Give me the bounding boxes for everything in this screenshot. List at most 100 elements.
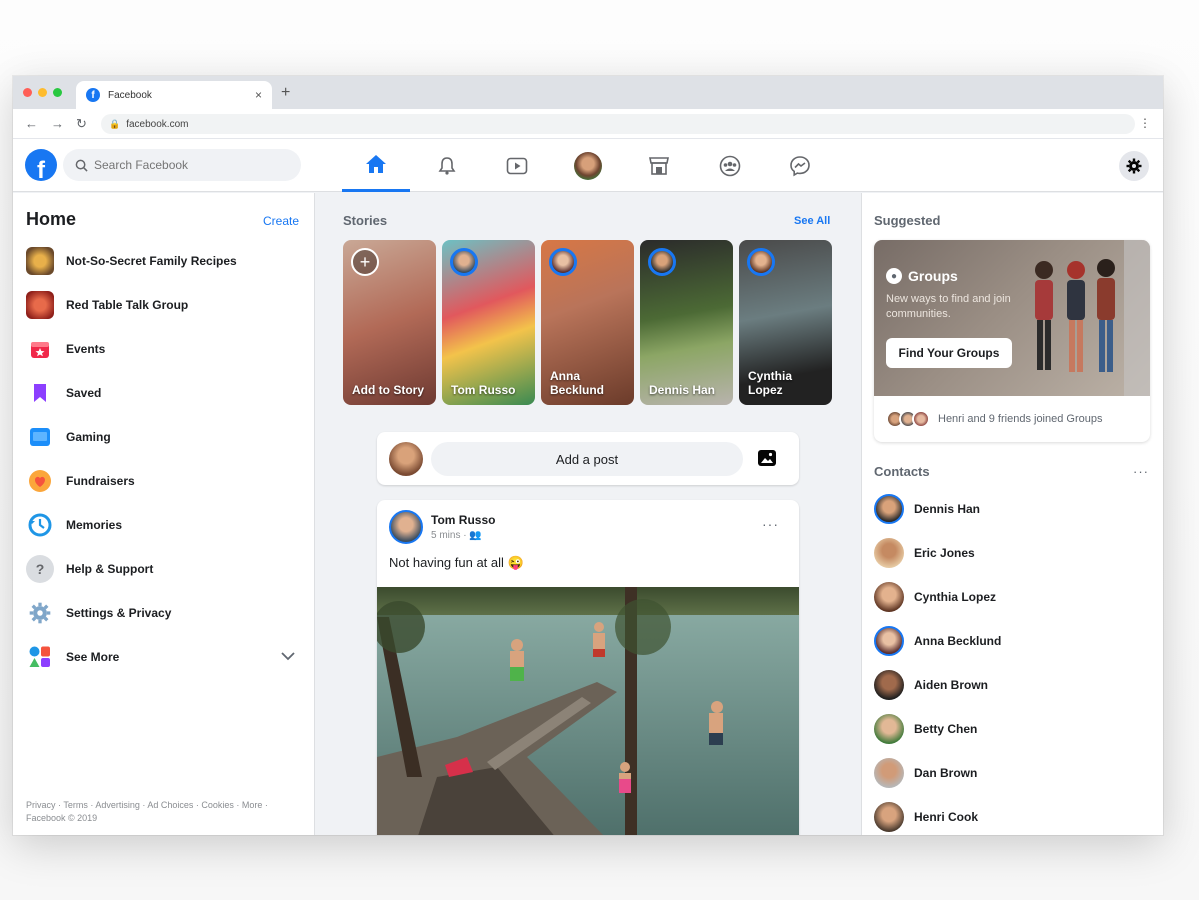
nav-watch[interactable] bbox=[483, 139, 551, 192]
marketplace-icon bbox=[649, 156, 669, 175]
events-icon bbox=[26, 335, 54, 363]
contact-name: Henri Cook bbox=[914, 810, 979, 824]
story-avatar bbox=[450, 248, 478, 276]
search-input[interactable] bbox=[94, 158, 274, 172]
search-box[interactable] bbox=[63, 149, 301, 181]
minimize-window-button[interactable] bbox=[38, 88, 47, 97]
groups-title: Groups bbox=[908, 268, 958, 284]
create-link[interactable]: Create bbox=[263, 214, 299, 228]
sidebar-title: Home bbox=[26, 209, 77, 229]
sidebar-item-settings[interactable]: Settings & Privacy bbox=[26, 597, 306, 629]
contacts-title: Contacts bbox=[874, 464, 930, 479]
feed-post: Tom Russo 5 mins · 👥 ··· Not having fun … bbox=[377, 500, 799, 835]
nav-messenger[interactable] bbox=[766, 139, 834, 192]
nav-home[interactable] bbox=[342, 139, 410, 192]
groups-footer-text: Henri and 9 friends joined Groups bbox=[938, 413, 1103, 425]
story-anna-becklund[interactable]: Anna Becklund bbox=[541, 240, 634, 405]
groups-footer[interactable]: Henri and 9 friends joined Groups bbox=[886, 410, 1102, 428]
post-photo[interactable] bbox=[377, 587, 799, 835]
reload-button[interactable]: ↻ bbox=[76, 116, 87, 132]
post-author[interactable]: Tom Russo bbox=[431, 513, 495, 527]
home-icon bbox=[366, 155, 386, 173]
sidebar-item-memories[interactable]: Memories bbox=[26, 509, 306, 541]
watch-icon bbox=[506, 157, 528, 174]
story-name: Anna Becklund bbox=[550, 369, 605, 397]
add-story-icon: + bbox=[351, 248, 379, 276]
forward-button[interactable]: → bbox=[51, 116, 64, 131]
contact-item[interactable]: Dan Brown bbox=[874, 756, 1144, 790]
url-field[interactable]: 🔒 facebook.com bbox=[101, 114, 1135, 134]
help-icon: ? bbox=[26, 555, 54, 583]
groups-icon bbox=[719, 155, 741, 176]
search-icon bbox=[75, 159, 88, 172]
nav-groups[interactable] bbox=[696, 139, 764, 192]
maximize-window-button[interactable] bbox=[53, 88, 62, 97]
post-author-avatar[interactable] bbox=[389, 510, 423, 544]
contact-name: Anna Becklund bbox=[914, 634, 1002, 648]
post-meta: 5 mins · 👥 bbox=[431, 530, 482, 541]
facebook-logo[interactable]: f bbox=[25, 149, 57, 181]
contact-item[interactable]: Henri Cook bbox=[874, 800, 1144, 834]
sidebar-item-gaming[interactable]: Gaming bbox=[26, 421, 306, 453]
contact-item[interactable]: Anna Becklund bbox=[874, 624, 1144, 658]
contact-avatar bbox=[874, 802, 904, 832]
contact-name: Eric Jones bbox=[914, 546, 975, 560]
contact-avatar bbox=[874, 626, 904, 656]
post-more-icon[interactable]: ··· bbox=[762, 516, 779, 532]
story-cynthia-lopez[interactable]: Cynthia Lopez bbox=[739, 240, 832, 405]
photo-icon[interactable] bbox=[757, 448, 777, 468]
story-name: Cynthia Lopez bbox=[748, 369, 793, 397]
contact-item[interactable]: Dennis Han bbox=[874, 492, 1144, 526]
contact-item[interactable]: Cynthia Lopez bbox=[874, 580, 1144, 614]
contact-avatar bbox=[874, 758, 904, 788]
contact-name: Dennis Han bbox=[914, 502, 981, 516]
nav-notifications[interactable] bbox=[413, 139, 481, 192]
memories-icon bbox=[26, 511, 54, 539]
story-dennis-han[interactable]: Dennis Han bbox=[640, 240, 733, 405]
story-name: Add to Story bbox=[352, 383, 424, 397]
sidebar-item-red-table-talk[interactable]: Red Table Talk Group bbox=[26, 289, 306, 321]
saved-icon bbox=[26, 379, 54, 407]
story-add[interactable]: + Add to Story bbox=[343, 240, 436, 405]
contact-name: Dan Brown bbox=[914, 766, 978, 780]
contact-item[interactable]: Eric Jones bbox=[874, 536, 1144, 570]
find-your-groups-button[interactable]: Find Your Groups bbox=[886, 338, 1012, 368]
facebook-header: f bbox=[13, 139, 1163, 192]
contact-item[interactable]: Betty Chen bbox=[874, 712, 1144, 746]
sidebar-item-fundraisers[interactable]: Fundraisers bbox=[26, 465, 306, 497]
red-table-group-icon bbox=[26, 291, 54, 319]
story-tom-russo[interactable]: Tom Russo bbox=[442, 240, 535, 405]
nav-profile[interactable] bbox=[554, 139, 622, 192]
story-avatar bbox=[648, 248, 676, 276]
tab-close-icon[interactable]: × bbox=[255, 88, 262, 102]
settings-icon bbox=[26, 599, 54, 627]
add-post-input[interactable]: Add a post bbox=[431, 442, 743, 476]
sidebar-item-events[interactable]: Events bbox=[26, 333, 306, 365]
back-button[interactable]: ← bbox=[25, 116, 38, 131]
sidebar-item-help[interactable]: ? Help & Support bbox=[26, 553, 306, 585]
close-window-button[interactable] bbox=[23, 88, 32, 97]
sidebar-item-saved[interactable]: Saved bbox=[26, 377, 306, 409]
contact-item[interactable]: Aiden Brown bbox=[874, 668, 1144, 702]
sidebar-item-label: See More bbox=[66, 650, 120, 664]
new-tab-button[interactable]: + bbox=[281, 84, 290, 102]
groups-banner: ● Groups New ways to find and join commu… bbox=[874, 240, 1150, 396]
gaming-icon bbox=[26, 423, 54, 451]
groups-people-illustration bbox=[1035, 240, 1150, 396]
post-text: Not having fun at all 😜 bbox=[389, 555, 524, 570]
sidebar-item-label: Saved bbox=[66, 386, 102, 400]
sidebar-item-see-more[interactable]: See More bbox=[26, 641, 306, 673]
fundraisers-icon bbox=[26, 467, 54, 495]
sidebar-item-family-recipes[interactable]: Not-So-Secret Family Recipes bbox=[26, 245, 306, 277]
browser-menu-icon[interactable]: ⋮ bbox=[1139, 116, 1151, 130]
sidebar-item-label: Fundraisers bbox=[66, 474, 135, 488]
sidebar-item-label: Events bbox=[66, 342, 106, 356]
browser-tab[interactable]: f Facebook × bbox=[76, 81, 272, 109]
contacts-more-icon[interactable]: ··· bbox=[1133, 464, 1149, 479]
chevron-down-icon[interactable] bbox=[280, 650, 296, 664]
see-all-link[interactable]: See All bbox=[794, 215, 830, 227]
nav-marketplace[interactable] bbox=[625, 139, 693, 192]
settings-button[interactable] bbox=[1119, 151, 1149, 181]
footer-links[interactable]: Privacy · Terms · Advertising · Ad Choic… bbox=[26, 799, 296, 825]
sidebar-item-label: Not-So-Secret Family Recipes bbox=[66, 254, 237, 268]
